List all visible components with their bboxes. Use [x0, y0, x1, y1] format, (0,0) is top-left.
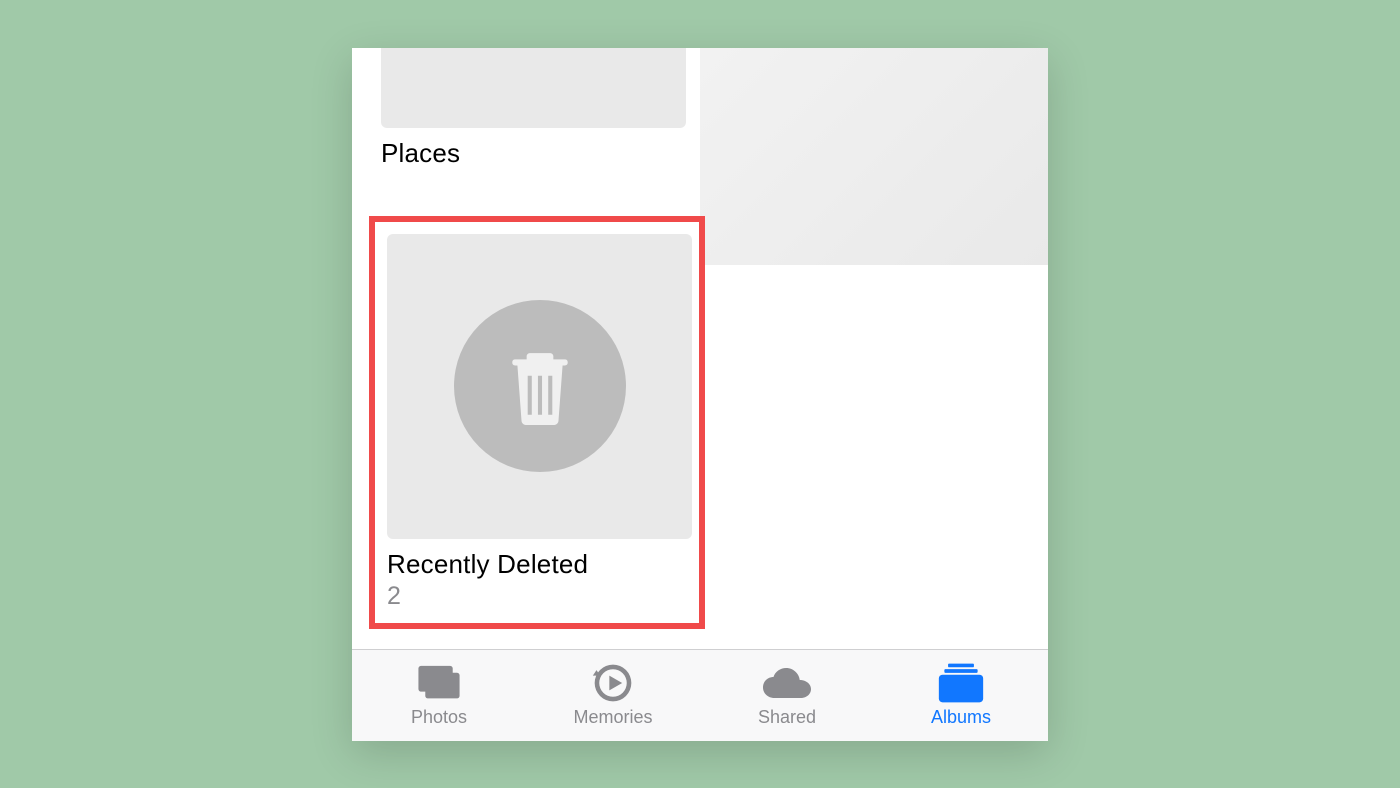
tab-label: Photos [411, 707, 467, 728]
tab-albums[interactable]: Albums [874, 650, 1048, 741]
places-thumbnail [381, 48, 686, 128]
album-tile-recently-deleted[interactable]: Recently Deleted 2 [387, 234, 687, 611]
album-count: 2 [387, 582, 687, 611]
tab-label: Shared [758, 707, 816, 728]
tab-memories[interactable]: Memories [526, 650, 700, 741]
albums-scroll-area[interactable]: Places Recently Deleted 2 [352, 48, 1048, 649]
albums-icon [937, 663, 985, 703]
tab-label: Albums [931, 707, 991, 728]
album-title: Places [381, 138, 686, 169]
album-tile-places[interactable]: Places [381, 48, 686, 169]
highlight-box: Recently Deleted 2 [369, 216, 705, 629]
memories-icon [589, 663, 637, 703]
tab-bar: Photos Memories Shared [352, 649, 1048, 741]
photos-icon [415, 663, 463, 703]
recently-deleted-thumbnail [387, 234, 692, 539]
tab-photos[interactable]: Photos [352, 650, 526, 741]
decorative-preview-tile [700, 48, 1048, 265]
cloud-icon [763, 663, 811, 703]
tab-label: Memories [573, 707, 652, 728]
album-title: Recently Deleted [387, 549, 687, 580]
photos-app-window: Places Recently Deleted 2 [352, 48, 1048, 741]
tab-shared[interactable]: Shared [700, 650, 874, 741]
trash-icon [454, 300, 626, 472]
